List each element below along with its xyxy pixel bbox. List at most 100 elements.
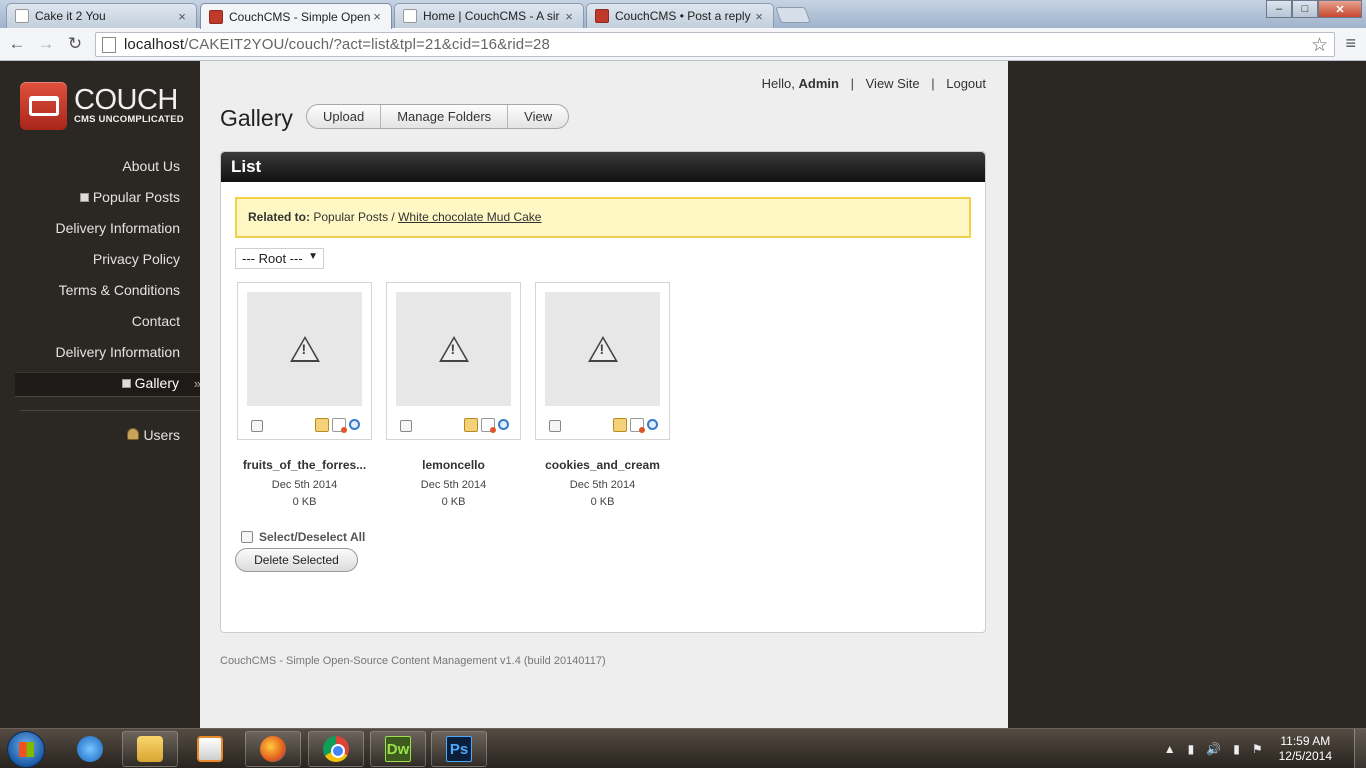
action-center-flag-icon[interactable]: ⚑ — [1252, 742, 1263, 756]
main-content: Hello, Admin | View Site | Logout Galler… — [200, 61, 1008, 728]
panel-title: List — [221, 152, 985, 182]
zoom-icon[interactable] — [349, 419, 360, 430]
taskbar-explorer[interactable] — [122, 731, 178, 767]
show-hidden-icons-icon[interactable]: ▲ — [1164, 742, 1176, 756]
taskbar-firefox[interactable] — [245, 731, 301, 767]
upload-button[interactable]: Upload — [307, 105, 382, 128]
page-background — [1008, 61, 1366, 728]
sidebar-item-label: Delivery Information — [55, 220, 181, 236]
edit-icon[interactable] — [464, 418, 478, 432]
taskbar-chrome[interactable] — [308, 731, 364, 767]
sidebar-item-contact[interactable]: Contact — [132, 313, 180, 329]
windows-taskbar: Dw Ps ▲ ▮ 🔊 ▮ ⚑ 11:59 AM 12/5/2014 — [0, 728, 1366, 768]
taskbar-photoshop[interactable]: Ps — [431, 731, 487, 767]
close-tab-icon[interactable]: × — [176, 9, 188, 24]
taskbar-media-player[interactable] — [182, 731, 238, 767]
gallery-item[interactable] — [237, 282, 372, 440]
logout-link[interactable]: Logout — [946, 76, 986, 91]
back-arrow-icon[interactable]: ← — [6, 34, 28, 54]
forward-arrow-icon[interactable]: → — [35, 34, 57, 54]
couch-favicon-icon — [209, 9, 223, 24]
image-thumbnail[interactable] — [396, 292, 511, 406]
battery-icon[interactable]: ▮ — [1188, 742, 1195, 756]
delete-icon[interactable] — [332, 418, 347, 433]
network-icon[interactable]: ▮ — [1233, 742, 1240, 756]
sidebar-item-delivery-information[interactable]: Delivery Information — [56, 220, 181, 236]
reload-icon[interactable]: ↻ — [64, 34, 86, 54]
image-thumbnail[interactable] — [545, 292, 660, 406]
image-thumbnail[interactable] — [247, 292, 362, 406]
page-icon — [403, 9, 417, 23]
item-size: 0 KB — [292, 496, 317, 508]
bookmark-star-icon[interactable]: ☆ — [1311, 34, 1328, 57]
sidebar-item-delivery-information-2[interactable]: Delivery Information — [56, 344, 181, 360]
tab-title: CouchCMS - Simple Open — [229, 9, 371, 24]
hello-text: Hello, — [761, 76, 795, 91]
gallery-item[interactable] — [386, 282, 521, 440]
browser-tab-post-reply[interactable]: CouchCMS • Post a reply × — [586, 3, 774, 28]
browser-tab-cake[interactable]: Cake it 2 You × — [6, 3, 197, 28]
close-tab-icon[interactable]: × — [563, 9, 575, 24]
sidebar-item-users[interactable]: Users — [127, 427, 180, 443]
sidebar-item-terms-conditions[interactable]: Terms & Conditions — [59, 282, 180, 298]
couch-logo[interactable]: COUCH CMS UNCOMPLICATED — [20, 82, 184, 130]
browser-tab-couchcms[interactable]: CouchCMS - Simple Open × — [200, 3, 392, 29]
folder-select[interactable]: --- Root --- ▼ — [235, 248, 324, 269]
close-tab-icon[interactable]: × — [753, 9, 765, 24]
delete-selected-button[interactable]: Delete Selected — [235, 548, 358, 572]
delete-icon[interactable] — [481, 418, 496, 433]
sidebar-item-about-us[interactable]: About Us — [122, 158, 180, 174]
view-site-link[interactable]: View Site — [866, 76, 920, 91]
separator: | — [931, 76, 935, 91]
url-host: localhost — [124, 36, 185, 53]
browser-toolbar: ← → ↻ localhost/CAKEIT2YOU/couch/?act=li… — [0, 28, 1366, 61]
minimize-button[interactable]: – — [1266, 0, 1292, 18]
close-tab-icon[interactable]: × — [371, 9, 383, 24]
browser-menu-icon[interactable]: ≡ — [1345, 33, 1356, 54]
close-window-button[interactable]: ✕ — [1318, 0, 1362, 18]
edit-icon[interactable] — [315, 418, 329, 432]
sidebar-item-privacy-policy[interactable]: Privacy Policy — [93, 251, 180, 267]
select-all-toggle[interactable]: Select/Deselect All — [241, 530, 365, 544]
system-clock[interactable]: 11:59 AM 12/5/2014 — [1279, 734, 1332, 764]
related-page-link[interactable]: White chocolate Mud Cake — [398, 210, 541, 224]
item-checkbox[interactable] — [400, 420, 412, 432]
zoom-icon[interactable] — [647, 419, 658, 430]
related-label: Related to: — [248, 210, 311, 224]
footer-text: CouchCMS - Simple Open-Source Content Ma… — [220, 655, 606, 667]
taskbar-ie[interactable] — [62, 731, 118, 767]
address-bar[interactable]: localhost/CAKEIT2YOU/couch/?act=list&tpl… — [95, 32, 1335, 57]
item-size: 0 KB — [441, 496, 466, 508]
browser-tab-home[interactable]: Home | CouchCMS - A sir × — [394, 3, 584, 28]
related-notice: Related to: Popular Posts / White chocol… — [235, 197, 971, 238]
clock-date: 12/5/2014 — [1278, 749, 1332, 763]
firefox-icon — [260, 736, 286, 762]
browser-tab-strip: Cake it 2 You × CouchCMS - Simple Open ×… — [0, 0, 1366, 29]
new-tab-button[interactable] — [775, 7, 811, 23]
ie-icon — [77, 736, 103, 762]
view-button[interactable]: View — [508, 105, 568, 128]
manage-folders-button[interactable]: Manage Folders — [381, 105, 509, 128]
start-button[interactable] — [7, 731, 45, 768]
gallery-item[interactable] — [535, 282, 670, 440]
item-checkbox[interactable] — [549, 420, 561, 432]
list-panel: List Related to: Popular Posts / White c… — [220, 151, 986, 633]
user-icon — [127, 428, 140, 440]
username: Admin — [798, 76, 839, 91]
item-checkbox[interactable] — [251, 420, 263, 432]
dreamweaver-icon: Dw — [385, 736, 411, 762]
sidebar-item-popular-posts[interactable]: Popular Posts — [79, 189, 180, 205]
logo-tagline: CMS UNCOMPLICATED — [74, 114, 184, 125]
volume-icon[interactable]: 🔊 — [1206, 742, 1221, 756]
zoom-icon[interactable] — [498, 419, 509, 430]
select-all-checkbox[interactable] — [241, 531, 253, 543]
page-title: Gallery — [220, 105, 293, 131]
show-desktop-button[interactable] — [1354, 729, 1366, 768]
taskbar-dreamweaver[interactable]: Dw — [370, 731, 426, 767]
delete-icon[interactable] — [630, 418, 645, 433]
sidebar-item-label: Privacy Policy — [92, 251, 180, 267]
sidebar-item-gallery[interactable]: Gallery — [121, 375, 179, 391]
maximize-button[interactable]: □ — [1292, 0, 1318, 18]
edit-icon[interactable] — [613, 418, 627, 432]
sidebar-item-label: About Us — [122, 158, 180, 174]
